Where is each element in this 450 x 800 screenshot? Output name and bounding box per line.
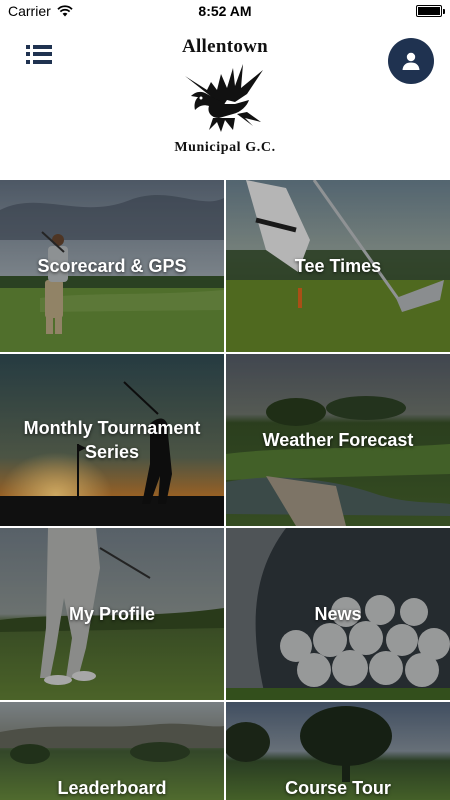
- tile-monthly-tournament[interactable]: Monthly Tournament Series: [0, 354, 224, 526]
- logo-subtitle: Municipal G.C.: [174, 140, 276, 155]
- club-logo: Allentown Municipal G.C.: [150, 36, 300, 166]
- status-bar: Carrier 8:52 AM: [0, 0, 450, 22]
- wifi-icon: [57, 5, 73, 17]
- profile-button[interactable]: [388, 38, 434, 84]
- user-icon: [402, 52, 420, 70]
- tile-my-profile[interactable]: My Profile: [0, 528, 224, 700]
- menu-list-icon: [26, 44, 52, 49]
- tile-label: Course Tour: [285, 778, 391, 798]
- tile-label: News: [314, 604, 362, 624]
- app-header: Allentown Municipal G.C.: [0, 22, 450, 180]
- tile-weather-forecast[interactable]: Weather Forecast: [226, 354, 450, 526]
- status-left: Carrier: [8, 3, 73, 19]
- tile-course-tour[interactable]: Course Tour: [226, 702, 450, 800]
- tile-tee-times[interactable]: Tee Times: [226, 180, 450, 352]
- battery-icon: [416, 5, 445, 17]
- eagle-icon: [185, 64, 263, 132]
- logo-title: Allentown: [181, 36, 269, 57]
- tile-label: Monthly Tournament Series: [23, 418, 201, 462]
- tile-label: Weather Forecast: [262, 430, 414, 450]
- tile-label: Leaderboard: [57, 778, 167, 798]
- carrier-label: Carrier: [8, 3, 51, 19]
- feature-grid: Scorecard & GPS Tee Times Monthly Tourna…: [0, 180, 450, 800]
- tile-label: My Profile: [68, 604, 156, 624]
- tile-news[interactable]: News: [226, 528, 450, 700]
- tile-label: Scorecard & GPS: [37, 256, 187, 276]
- battery-fill: [418, 7, 440, 15]
- tile-label: Tee Times: [294, 256, 382, 276]
- tile-scorecard-gps[interactable]: Scorecard & GPS: [0, 180, 224, 352]
- tile-leaderboard[interactable]: Leaderboard: [0, 702, 224, 800]
- menu-button[interactable]: [26, 42, 52, 66]
